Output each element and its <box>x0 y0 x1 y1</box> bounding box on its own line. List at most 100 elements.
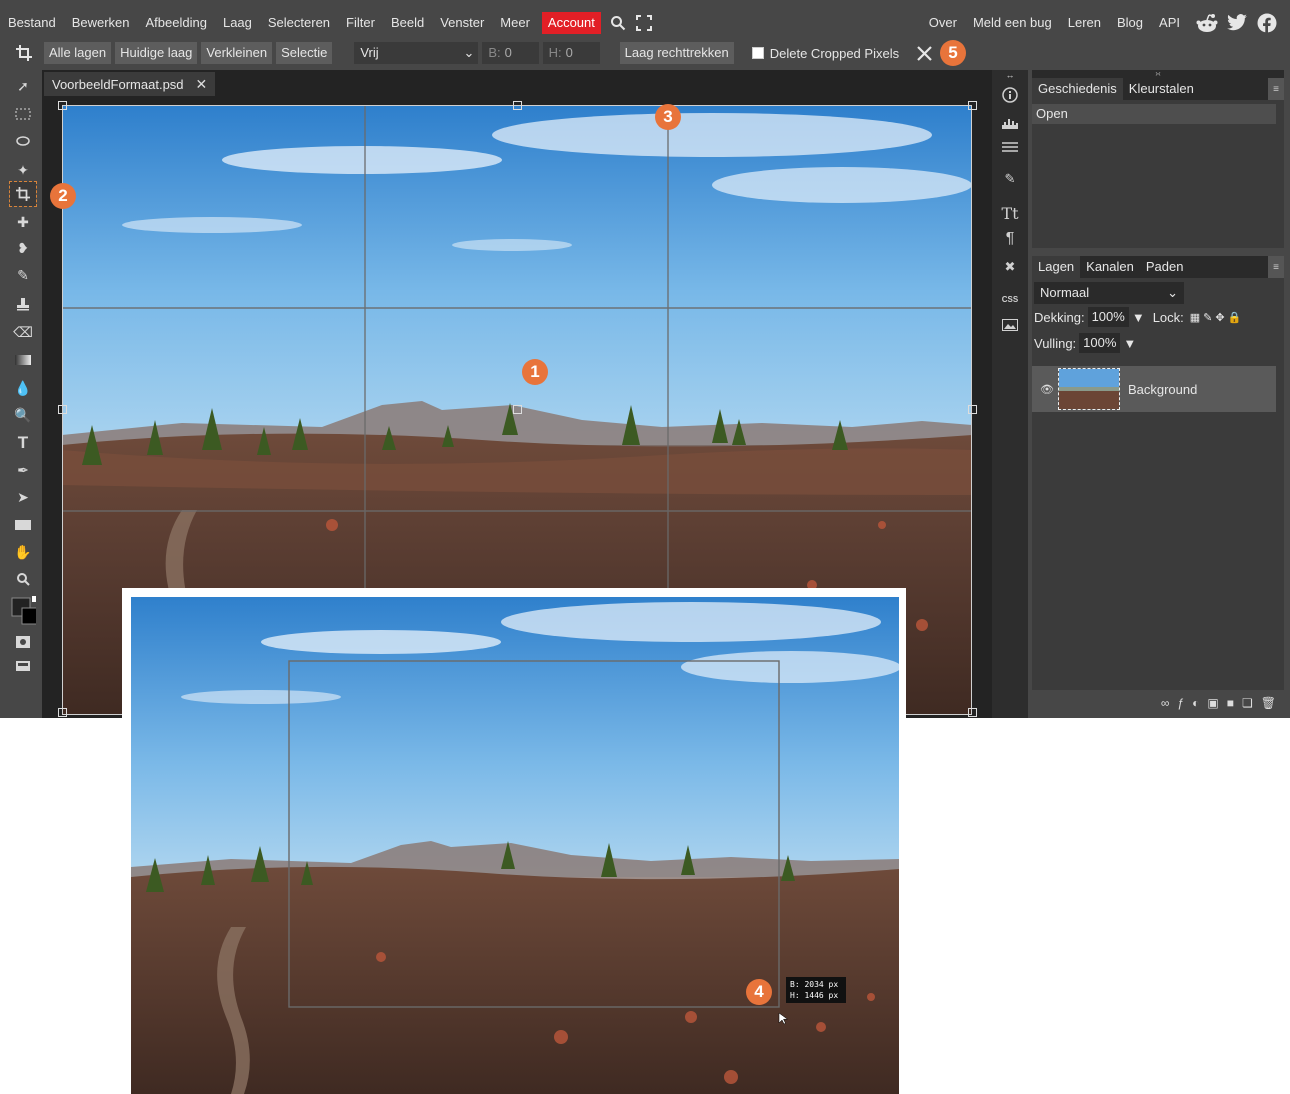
crop-handle-left[interactable] <box>58 405 67 414</box>
crop-handle-center[interactable] <box>513 405 522 414</box>
menu-leren[interactable]: Leren <box>1060 9 1109 37</box>
zoom-tool-icon[interactable] <box>10 567 36 591</box>
menu-laag[interactable]: Laag <box>215 9 260 37</box>
marquee-tool-icon[interactable] <box>10 102 36 126</box>
gradient-icon[interactable] <box>10 348 36 372</box>
alle-lagen-button[interactable]: Alle lagen <box>44 42 112 64</box>
trash-icon[interactable]: 🗑 <box>1261 696 1276 710</box>
pen-tool-icon[interactable]: ✒ <box>10 458 36 482</box>
brush-icon[interactable]: ✎ <box>10 263 36 287</box>
tools-settings-icon[interactable]: ✖ <box>998 256 1022 278</box>
close-tab-icon[interactable]: ✕ <box>196 76 208 93</box>
histogram-icon[interactable] <box>998 112 1022 134</box>
hand-tool-icon[interactable]: ✋ <box>10 540 36 564</box>
menu-beeld[interactable]: Beeld <box>383 9 432 37</box>
menu-afbeelding[interactable]: Afbeelding <box>138 9 215 37</box>
menu-blog[interactable]: Blog <box>1109 9 1151 37</box>
fullscreen-icon[interactable] <box>635 14 653 32</box>
menu-bewerken[interactable]: Bewerken <box>64 9 138 37</box>
crop-tool-icon[interactable] <box>9 181 37 207</box>
folder-icon[interactable]: ■ <box>1227 696 1234 710</box>
tab-kanalen[interactable]: Kanalen <box>1080 256 1140 278</box>
delete-cropped-checkbox[interactable]: Delete Cropped Pixels <box>751 46 899 61</box>
crop-mode-select[interactable]: Vrij ⌄ <box>354 42 479 64</box>
menu-selecteren[interactable]: Selecteren <box>260 9 338 37</box>
crop-width-field[interactable]: B: 0 <box>482 42 539 64</box>
color-swatch-icon[interactable] <box>10 595 36 627</box>
panel-collapse-icon[interactable]: ›‹ <box>1032 70 1284 78</box>
new-layer-icon[interactable]: ❏ <box>1242 696 1253 710</box>
effects-icon[interactable]: ƒ <box>1177 696 1184 710</box>
crop-handle-bottom-right[interactable] <box>968 708 977 717</box>
menu-over[interactable]: Over <box>921 9 965 37</box>
adjustments-icon[interactable] <box>998 136 1022 158</box>
panel-menu-icon[interactable]: ≡ <box>1268 78 1284 100</box>
eraser-icon[interactable]: ⌫ <box>10 320 36 344</box>
crop-handle-right[interactable] <box>968 405 977 414</box>
menu-api[interactable]: API <box>1151 9 1188 37</box>
huidige-laag-button[interactable]: Huidige laag <box>115 42 198 64</box>
menu-bestand[interactable]: Bestand <box>0 9 64 37</box>
crop-height-field[interactable]: H: 0 <box>542 42 600 64</box>
paragraph-icon[interactable]: ¶ <box>998 228 1022 250</box>
straighten-button[interactable]: Laag rechttrekken <box>619 42 734 64</box>
dodge-icon[interactable]: 🔍 <box>10 403 36 427</box>
tab-paden[interactable]: Paden <box>1139 256 1190 278</box>
crop-handle-top[interactable] <box>513 101 522 110</box>
crop-handle-top-right[interactable] <box>968 101 977 110</box>
cancel-crop-icon[interactable] <box>915 44 933 62</box>
brush-settings-icon[interactable]: ✎ <box>998 168 1022 190</box>
css-icon[interactable]: CSS <box>998 288 1022 310</box>
history-item-open[interactable]: Open <box>1032 104 1276 124</box>
crop-handle-top-left[interactable] <box>58 101 67 110</box>
menu-meer[interactable]: Meer <box>492 9 538 37</box>
layer-background[interactable]: 👁 Background <box>1032 366 1276 412</box>
callout-badge-2: 2 <box>50 183 76 209</box>
eye-icon[interactable]: 👁 <box>1040 383 1054 396</box>
menu-venster[interactable]: Venster <box>432 9 492 37</box>
screen-mode-icon[interactable] <box>10 654 36 678</box>
opacity-input[interactable]: 100% <box>1087 307 1129 327</box>
twitter-icon[interactable] <box>1226 12 1248 34</box>
menu-filter[interactable]: Filter <box>338 9 383 37</box>
opacity-dropdown-icon[interactable]: ▼ <box>1132 310 1145 325</box>
callout-badge-1: 1 <box>522 359 548 385</box>
facebook-icon[interactable] <box>1256 12 1278 34</box>
magic-wand-icon[interactable]: ✦ <box>10 158 36 182</box>
checkbox-box[interactable] <box>751 47 764 59</box>
document-tab[interactable]: VoorbeeldFormaat.psd ✕ <box>44 72 216 96</box>
mask-icon[interactable]: ▣ <box>1207 696 1218 710</box>
selectie-button[interactable]: Selectie <box>276 42 333 64</box>
type-tool-icon[interactable]: T <box>10 431 36 455</box>
quick-mask-icon[interactable] <box>10 630 36 654</box>
tab-kleurstalen[interactable]: Kleurstalen <box>1122 78 1200 100</box>
healing-brush-icon[interactable]: ❥ <box>10 236 36 260</box>
stamp-icon[interactable] <box>10 292 36 316</box>
image-icon[interactable] <box>998 314 1022 336</box>
link-icon[interactable]: ∞ <box>1161 696 1170 710</box>
crop-handle-bottom-left[interactable] <box>58 708 67 717</box>
fill-input[interactable]: 100% <box>1079 333 1121 353</box>
menu-meld-bug[interactable]: Meld een bug <box>965 9 1060 37</box>
info-icon[interactable] <box>998 84 1022 106</box>
panel-menu-icon[interactable]: ≡ <box>1268 256 1284 278</box>
fill-dropdown-icon[interactable]: ▼ <box>1123 336 1136 351</box>
adjustment-layer-icon[interactable]: ◐ <box>1192 696 1199 710</box>
account-button[interactable]: Account <box>541 12 601 34</box>
verkleinen-button[interactable]: Verkleinen <box>201 42 273 64</box>
opacity-label: Dekking: <box>1034 309 1085 325</box>
lock-options-icon[interactable]: ▦✎✥🔒 <box>1190 311 1245 324</box>
collapse-arrows-icon[interactable]: ↔ <box>998 70 1022 80</box>
reddit-icon[interactable] <box>1196 12 1218 34</box>
rectangle-shape-icon[interactable] <box>10 513 36 537</box>
blur-drop-icon[interactable]: 💧 <box>10 376 36 400</box>
blend-mode-select[interactable]: Normaal ⌄ <box>1034 282 1184 304</box>
tab-geschiedenis[interactable]: Geschiedenis <box>1032 78 1123 100</box>
character-icon[interactable]: Tt <box>998 202 1022 224</box>
tab-lagen[interactable]: Lagen <box>1032 256 1081 278</box>
lasso-tool-icon[interactable] <box>10 130 36 154</box>
search-icon[interactable] <box>609 14 627 32</box>
eyedropper-icon[interactable]: ✚ <box>10 210 36 234</box>
path-select-icon[interactable]: ➤ <box>10 485 36 509</box>
move-tool-icon[interactable]: ➚ <box>10 74 36 98</box>
